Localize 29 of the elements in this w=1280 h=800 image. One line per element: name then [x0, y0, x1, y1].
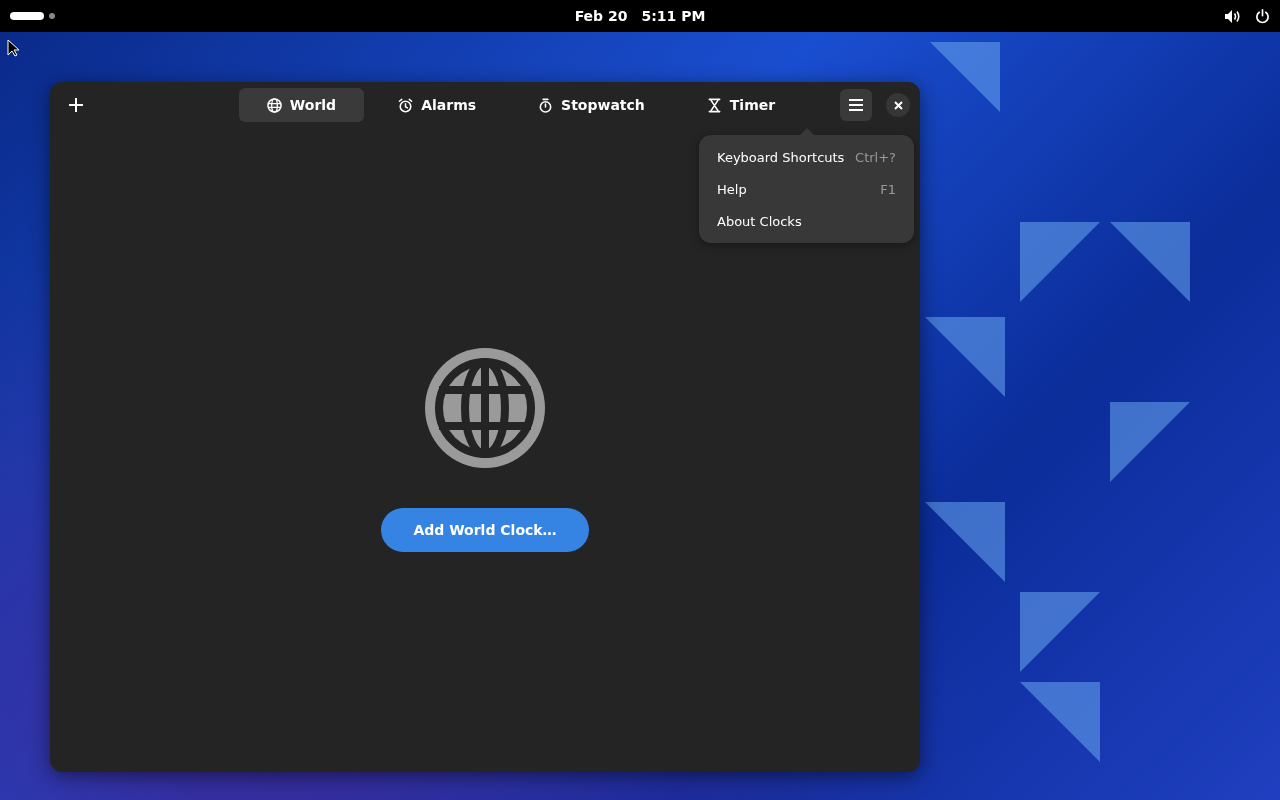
tab[interactable]: Alarms [370, 88, 505, 122]
time-label[interactable]: 5:11 PM [641, 8, 706, 24]
mouse-pointer-icon [7, 39, 19, 57]
hourglass-icon [706, 97, 722, 113]
power-icon[interactable] [1255, 8, 1270, 24]
close-icon [893, 100, 903, 110]
workspace-indicator-icon[interactable] [10, 11, 56, 21]
volume-icon[interactable] [1224, 8, 1241, 24]
menu-item[interactable]: Keyboard Shortcuts Ctrl+? [699, 141, 914, 173]
plus-icon [69, 98, 83, 112]
add-world-clock-button[interactable]: Add World Clock… [381, 508, 589, 552]
date-label[interactable]: Feb 20 [574, 8, 628, 24]
globe-icon [266, 97, 282, 113]
menu-button[interactable] [840, 89, 872, 121]
shortcut-label: F1 [880, 181, 896, 197]
menu-item-label: Keyboard Shortcuts [717, 149, 845, 165]
tab[interactable]: World [238, 88, 365, 122]
alarm-clock-icon [398, 97, 414, 113]
globe-icon [425, 348, 545, 468]
menu-item[interactable]: About Clocks [699, 205, 914, 237]
menu-icon [849, 99, 863, 111]
menu-item-label: About Clocks [717, 213, 802, 229]
close-button[interactable] [886, 93, 910, 117]
tab[interactable]: Timer [678, 88, 804, 122]
menu-item-label: Help [717, 181, 747, 197]
stopwatch-icon [538, 97, 554, 113]
tab[interactable]: Stopwatch [510, 88, 673, 122]
menu-item[interactable]: Help F1 [699, 173, 914, 205]
shortcut-label: Ctrl+? [855, 149, 896, 165]
